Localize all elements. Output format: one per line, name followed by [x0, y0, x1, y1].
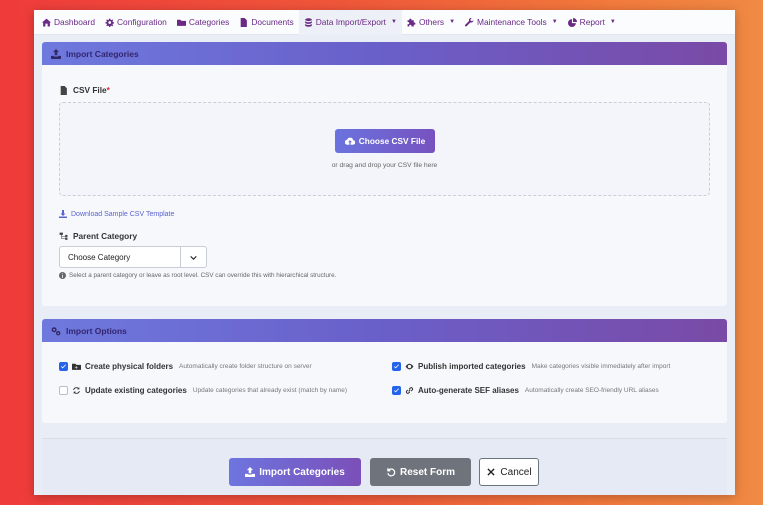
- import-categories-button[interactable]: Import Categories: [229, 458, 361, 486]
- nav-label: Documents: [251, 17, 294, 27]
- chart-pie-icon: [567, 17, 577, 27]
- sync-icon: [73, 387, 80, 394]
- csv-dropzone[interactable]: Choose CSV File or drag and drop your CS…: [59, 102, 710, 196]
- option-name: Create physical folders: [85, 362, 174, 371]
- cancel-button-label: Cancel: [500, 466, 532, 478]
- option-desc: Automatically create folder structure on…: [179, 363, 312, 370]
- reset-form-button[interactable]: Reset Form: [370, 458, 471, 486]
- csv-label-text: CSV File: [73, 85, 107, 95]
- cancel-button[interactable]: Cancel: [479, 458, 539, 486]
- parent-label-text: Parent Category: [73, 231, 138, 241]
- nav-label: Others: [418, 17, 445, 27]
- card-title: Import Categories: [66, 48, 139, 59]
- close-icon: [487, 468, 496, 476]
- select-toggle[interactable]: [180, 247, 206, 267]
- nav-configuration[interactable]: Configuration: [100, 10, 172, 35]
- gear-icon: [105, 18, 114, 27]
- option-desc: Update categories that already exist (ma…: [192, 387, 348, 394]
- nav-maintenance-tools[interactable]: Maintenance Tools ▼: [460, 10, 563, 35]
- chevron-down-icon: ▼: [449, 19, 456, 25]
- option-desc: Automatically create SEO-friendly URL al…: [524, 387, 659, 394]
- checkbox-checked[interactable]: [392, 362, 401, 371]
- file-csv-icon: [60, 85, 67, 95]
- nav-report[interactable]: Report ▼: [563, 10, 621, 35]
- checkbox-checked[interactable]: [59, 362, 68, 371]
- parent-category-select[interactable]: Choose Category: [59, 246, 207, 268]
- card-title: Import Options: [66, 325, 127, 336]
- chevron-down-icon: ▼: [551, 19, 558, 25]
- choose-csv-button[interactable]: Choose CSV File: [335, 129, 435, 153]
- select-value: Choose Category: [68, 252, 131, 262]
- document-icon: [241, 17, 248, 27]
- parent-category-label: Parent Category: [59, 231, 137, 241]
- checkbox-unchecked[interactable]: [59, 386, 68, 395]
- nav-label: Report: [579, 17, 605, 27]
- import-categories-card: Import Categories CSV File* Choose CSV F…: [42, 42, 727, 306]
- nav-data-import-export[interactable]: Data Import/Export ▼: [298, 10, 402, 35]
- option-desc: Make categories visible immediately afte…: [531, 363, 671, 370]
- app-window: Dashboard Configuration Categories Docum…: [34, 10, 735, 495]
- option-name: Auto-generate SEF aliases: [418, 386, 519, 395]
- download-sample-link[interactable]: Download Sample CSV Template: [59, 210, 174, 218]
- checkbox-checked[interactable]: [392, 386, 401, 395]
- drop-hint: or drag and drop your CSV file here: [331, 162, 438, 169]
- reset-button-label: Reset Form: [399, 466, 455, 478]
- import-button-label: Import Categories: [259, 466, 345, 478]
- nav-label: Dashboard: [54, 17, 95, 27]
- option-create-folders[interactable]: Create physical folders Automatically cr…: [59, 362, 312, 371]
- form-actions: Import Categories Reset Form Cancel: [42, 438, 727, 495]
- nav-label: Categories: [188, 17, 230, 27]
- wrench-icon: [465, 17, 474, 26]
- database-icon: [304, 17, 312, 27]
- chevron-down-icon: ▼: [390, 19, 397, 25]
- link-icon: [405, 387, 414, 394]
- option-update-existing[interactable]: Update existing categories Update catego…: [59, 386, 347, 395]
- option-name: Update existing categories: [85, 386, 187, 395]
- cloud-upload-icon: [344, 137, 355, 145]
- parent-help: Select a parent category or leave as roo…: [59, 272, 336, 279]
- nav-dashboard[interactable]: Dashboard: [37, 10, 100, 35]
- nav-categories[interactable]: Categories: [172, 10, 235, 35]
- option-sef-aliases[interactable]: Auto-generate SEF aliases Automatically …: [392, 386, 659, 395]
- top-nav: Dashboard Configuration Categories Docum…: [34, 10, 735, 35]
- check-icon: [394, 364, 399, 369]
- check-icon: [61, 364, 66, 369]
- upload-icon: [245, 467, 256, 477]
- download-link-text: Download Sample CSV Template: [71, 210, 175, 218]
- info-icon: [59, 272, 66, 279]
- option-publish[interactable]: Publish imported categories Make categor…: [392, 362, 670, 371]
- download-icon: [59, 210, 67, 218]
- option-name: Publish imported categories: [418, 362, 526, 371]
- nav-label: Configuration: [116, 17, 167, 27]
- nav-others[interactable]: Others ▼: [402, 10, 460, 35]
- cogs-icon: [51, 326, 61, 335]
- csv-file-label: CSV File*: [59, 85, 110, 95]
- options-card-header: Import Options: [42, 319, 727, 342]
- import-card-header: Import Categories: [42, 42, 727, 65]
- import-options-card: Import Options Create physical folders A…: [42, 319, 727, 423]
- folder-icon: [176, 19, 186, 26]
- chevron-down-icon: [190, 255, 197, 260]
- eye-icon: [405, 363, 414, 370]
- nav-documents[interactable]: Documents: [234, 10, 298, 35]
- nav-label: Data Import/Export: [315, 17, 386, 27]
- required-mark: *: [106, 85, 110, 95]
- undo-icon: [387, 468, 396, 477]
- nav-label: Maintenance Tools: [477, 17, 547, 27]
- check-icon: [394, 388, 399, 393]
- sitemap-icon: [59, 232, 68, 240]
- parent-help-text: Select a parent category or leave as roo…: [69, 272, 337, 279]
- choose-csv-label: Choose CSV File: [358, 136, 426, 146]
- chevron-down-icon: ▼: [609, 19, 616, 25]
- folder-plus-icon: [72, 363, 81, 370]
- puzzle-icon: [407, 18, 416, 26]
- home-icon: [42, 18, 51, 26]
- upload-icon: [51, 48, 61, 59]
